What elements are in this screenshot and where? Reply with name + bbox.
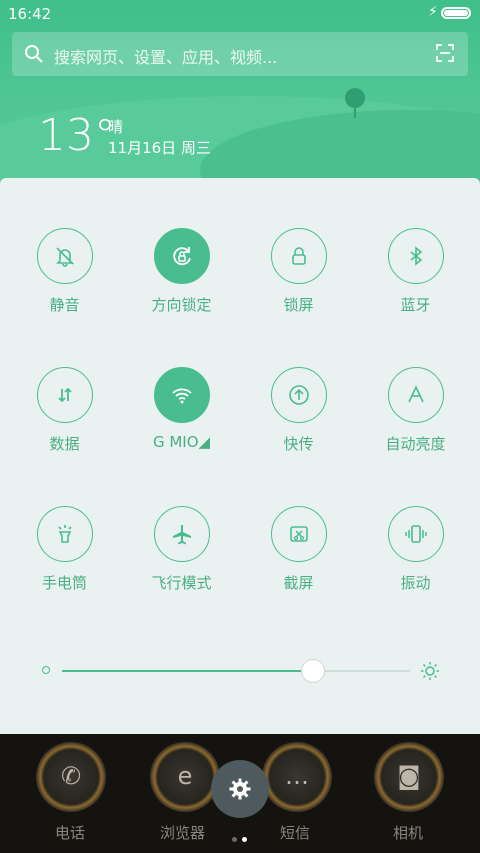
- bluetooth-icon: [387, 228, 444, 284]
- page-dot-active: [242, 837, 247, 842]
- search-input[interactable]: 搜索网页、设置、应用、视频...: [54, 44, 277, 68]
- weather-temperature: 13°: [38, 110, 116, 161]
- brightness-track[interactable]: [312, 670, 410, 672]
- tree-decoration: [345, 88, 365, 108]
- settings-button[interactable]: [211, 760, 269, 818]
- toggle-quick-share[interactable]: 快传: [240, 367, 357, 454]
- toggle-lock-screen[interactable]: 锁屏: [240, 228, 357, 315]
- charging-icon: ⚡: [428, 4, 438, 20]
- bell-off-icon: [36, 228, 93, 284]
- search-bar[interactable]: 搜索网页、设置、应用、视频...: [12, 32, 468, 76]
- gear-icon: [229, 778, 251, 800]
- wifi-icon: [153, 367, 210, 423]
- phone-icon[interactable]: ✆: [36, 742, 106, 812]
- toggle-silent[interactable]: 静音: [6, 228, 123, 315]
- status-bar: 16:42 ⚡: [0, 0, 480, 28]
- toggle-auto-brightness[interactable]: 自动亮度: [357, 367, 474, 454]
- brightness-track-filled[interactable]: [62, 670, 313, 672]
- brightness-low-icon: [42, 666, 50, 674]
- toggle-airplane-mode[interactable]: 飞行模式: [123, 506, 240, 593]
- airplane-icon: [153, 506, 210, 562]
- toggle-mobile-data[interactable]: 数据: [6, 367, 123, 454]
- toggle-label: 静音: [49, 296, 80, 314]
- toggle-bluetooth[interactable]: 蓝牙: [357, 228, 474, 315]
- toggle-label: 快传: [283, 435, 314, 453]
- dock-label: 短信: [280, 824, 311, 842]
- battery-icon: [441, 7, 471, 19]
- toggle-label: 飞行模式: [151, 574, 212, 592]
- brightness-high-icon: [421, 662, 439, 680]
- vibrate-icon: [387, 506, 444, 562]
- browser-icon[interactable]: e: [150, 742, 220, 812]
- page-dot: [232, 837, 237, 842]
- toggle-flashlight[interactable]: 手电筒: [6, 506, 123, 593]
- toggle-label: 锁屏: [283, 296, 314, 314]
- rotation-lock-icon: [153, 228, 210, 284]
- status-time: 16:42: [8, 5, 52, 23]
- toggle-label: 蓝牙: [400, 296, 431, 314]
- weather-date: 11月16日 周三: [108, 139, 211, 157]
- tree-trunk-decoration: [354, 106, 356, 118]
- toggle-label: 自动亮度: [385, 435, 446, 453]
- flashlight-icon: [36, 506, 93, 562]
- dock-label: 电话: [55, 824, 86, 842]
- toggle-label: G MIO◢: [152, 433, 211, 451]
- dock-label: 浏览器: [160, 824, 206, 842]
- toggle-label: 截屏: [283, 574, 314, 592]
- toggle-vibrate[interactable]: 振动: [357, 506, 474, 593]
- toggle-label: 振动: [400, 574, 431, 592]
- weather-header: [0, 0, 480, 190]
- toggle-wifi[interactable]: G MIO◢: [123, 367, 240, 451]
- page-indicator: [232, 827, 252, 846]
- upload-icon: [270, 367, 327, 423]
- camera-icon[interactable]: ◙: [374, 742, 444, 812]
- data-arrows-icon: [36, 367, 93, 423]
- toggle-label: 方向锁定: [151, 296, 212, 314]
- toggle-screenshot[interactable]: 截屏: [240, 506, 357, 593]
- weather-condition: 晴: [108, 118, 124, 136]
- search-icon: [25, 45, 43, 63]
- dock-label: 相机: [393, 824, 424, 842]
- brightness-slider-thumb[interactable]: [300, 659, 325, 683]
- toggle-rotation-lock[interactable]: 方向锁定: [123, 228, 240, 315]
- auto-brightness-icon: [387, 367, 444, 423]
- toggle-label: 手电筒: [41, 574, 87, 592]
- lock-icon: [270, 228, 327, 284]
- message-icon[interactable]: …: [262, 742, 332, 812]
- toggle-label: 数据: [49, 435, 80, 453]
- scan-icon[interactable]: [436, 44, 454, 62]
- screenshot-icon: [270, 506, 327, 562]
